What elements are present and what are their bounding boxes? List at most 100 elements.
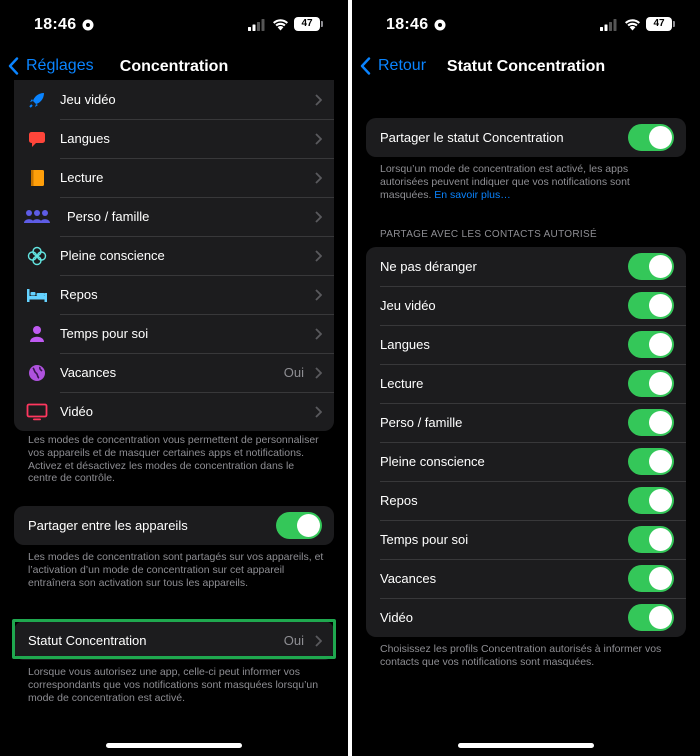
location-icon <box>434 19 446 31</box>
status-bar: 18:46 47 <box>0 0 348 50</box>
contact-mode-row: Vacances <box>366 559 686 598</box>
wifi-icon <box>625 19 640 31</box>
focus-mode-label: Langues <box>60 131 110 146</box>
globe-icon <box>26 362 48 384</box>
chevron-right-icon <box>315 250 322 262</box>
share-devices-row: Partager entre les appareils <box>14 506 334 545</box>
contact-mode-toggle[interactable] <box>628 409 674 436</box>
focus-mode-perso-famille[interactable]: Perso / famille <box>14 197 334 236</box>
focus-mode-jeu-video[interactable]: Jeu vidéo <box>14 80 334 119</box>
contacts-section-header: PARTAGE AVEC LES CONTACTS AUTORISÉ <box>380 229 597 240</box>
chevron-right-icon <box>315 172 322 184</box>
share-devices-toggle[interactable] <box>276 512 322 539</box>
share-status-label: Partager le statut Concentration <box>380 130 564 145</box>
focus-mode-value: Oui <box>283 365 304 380</box>
learn-more-link[interactable]: En savoir plus… <box>434 189 510 201</box>
status-time: 18:46 <box>34 16 77 33</box>
focus-modes-footnote: Les modes de concentration vous permette… <box>28 434 319 485</box>
chevron-right-icon <box>315 211 322 223</box>
contact-mode-toggle[interactable] <box>628 604 674 631</box>
contact-mode-toggle[interactable] <box>628 565 674 592</box>
focus-status-value: Oui <box>283 633 304 648</box>
contact-mode-row: Jeu vidéo <box>366 286 686 325</box>
contact-mode-row: Repos <box>366 481 686 520</box>
chevron-right-icon <box>315 328 322 340</box>
contact-mode-toggle[interactable] <box>628 331 674 358</box>
contact-mode-label: Pleine conscience <box>380 454 485 469</box>
page-title: Concentration <box>119 58 229 75</box>
focus-status-row[interactable]: Statut Concentration Oui <box>14 621 334 660</box>
contact-mode-row: Vidéo <box>366 598 686 637</box>
contact-mode-row: Perso / famille <box>366 403 686 442</box>
home-indicator[interactable] <box>458 743 594 748</box>
share-status-footnote: Lorsqu’un mode de concentration est acti… <box>380 163 676 201</box>
battery-indicator: 47 <box>294 17 323 31</box>
share-devices-group: Partager entre les appareils <box>14 506 334 545</box>
share-status-toggle[interactable] <box>628 124 674 151</box>
contacts-footnote: Choisissez les profils Concentration aut… <box>380 643 662 668</box>
focus-mode-pleine-conscience[interactable]: Pleine conscience <box>14 236 334 275</box>
focus-mode-label: Perso / famille <box>67 209 150 224</box>
book-icon <box>26 167 48 189</box>
focus-status-screen: 18:46 47 Retour Statut Concentration Par… <box>352 0 700 756</box>
focus-modes-list: Jeu vidéo Langues Lecture Perso / famill… <box>14 80 334 431</box>
contact-modes-list: Ne pas déranger Jeu vidéo Langues Lectur… <box>366 247 686 637</box>
focus-mode-label: Repos <box>60 287 98 302</box>
contact-mode-toggle[interactable] <box>628 370 674 397</box>
contact-mode-row: Langues <box>366 325 686 364</box>
focus-settings-screen: 18:46 47 Réglages Concentration Jeu vidé… <box>0 0 348 756</box>
share-status-row: Partager le statut Concentration <box>366 118 686 157</box>
contact-mode-row: Lecture <box>366 364 686 403</box>
focus-mode-label: Pleine conscience <box>60 248 165 263</box>
contact-mode-label: Lecture <box>380 376 424 391</box>
contact-mode-label: Vacances <box>380 571 437 586</box>
bed-icon <box>26 284 48 306</box>
contact-mode-toggle[interactable] <box>628 526 674 553</box>
home-indicator[interactable] <box>106 743 242 748</box>
contact-mode-toggle[interactable] <box>628 253 674 280</box>
focus-status-label: Statut Concentration <box>28 633 147 648</box>
contact-mode-label: Repos <box>380 493 418 508</box>
contact-mode-label: Jeu vidéo <box>380 298 436 313</box>
page-title: Statut Concentration <box>446 58 606 75</box>
mindfulness-flower-icon <box>26 245 48 267</box>
focus-status-group: Statut Concentration Oui <box>14 621 334 660</box>
contact-mode-label: Langues <box>380 337 430 352</box>
navigation-bar: Retour Statut Concentration <box>352 50 700 84</box>
focus-mode-label: Jeu vidéo <box>60 92 116 107</box>
contact-mode-toggle[interactable] <box>628 487 674 514</box>
focus-mode-label: Temps pour soi <box>60 326 149 341</box>
person-icon <box>26 323 48 345</box>
focus-mode-video[interactable]: Vidéo <box>14 392 334 431</box>
focus-status-footnote: Lorsque vous autorisez une app, celle-ci… <box>28 666 319 704</box>
focus-mode-langues[interactable]: Langues <box>14 119 334 158</box>
chevron-right-icon <box>315 289 322 301</box>
contact-mode-row: Ne pas déranger <box>366 247 686 286</box>
status-time: 18:46 <box>386 16 429 33</box>
focus-mode-temps-pour-soi[interactable]: Temps pour soi <box>14 314 334 353</box>
contact-mode-row: Pleine conscience <box>366 442 686 481</box>
wifi-icon <box>273 19 288 31</box>
focus-mode-label: Vidéo <box>60 404 94 419</box>
chevron-right-icon <box>315 94 322 106</box>
tv-icon <box>26 401 48 423</box>
focus-mode-vacances[interactable]: Vacances Oui <box>14 353 334 392</box>
rocket-icon <box>26 89 48 111</box>
contact-mode-row: Temps pour soi <box>366 520 686 559</box>
chevron-right-icon <box>315 133 322 145</box>
chevron-right-icon <box>315 367 322 379</box>
contact-mode-toggle[interactable] <box>628 448 674 475</box>
contact-mode-label: Vidéo <box>380 610 414 625</box>
contact-mode-label: Ne pas déranger <box>380 259 477 274</box>
chevron-right-icon <box>315 406 322 418</box>
cellular-signal-icon <box>600 19 617 31</box>
battery-indicator: 47 <box>646 17 675 31</box>
navigation-bar: Réglages Concentration <box>0 50 348 84</box>
people-icon <box>22 206 52 228</box>
focus-mode-repos[interactable]: Repos <box>14 275 334 314</box>
location-icon <box>82 19 94 31</box>
focus-mode-lecture[interactable]: Lecture <box>14 158 334 197</box>
share-devices-footnote: Les modes de concentration sont partagés… <box>28 551 324 589</box>
contact-mode-toggle[interactable] <box>628 292 674 319</box>
focus-mode-label: Lecture <box>60 170 104 185</box>
